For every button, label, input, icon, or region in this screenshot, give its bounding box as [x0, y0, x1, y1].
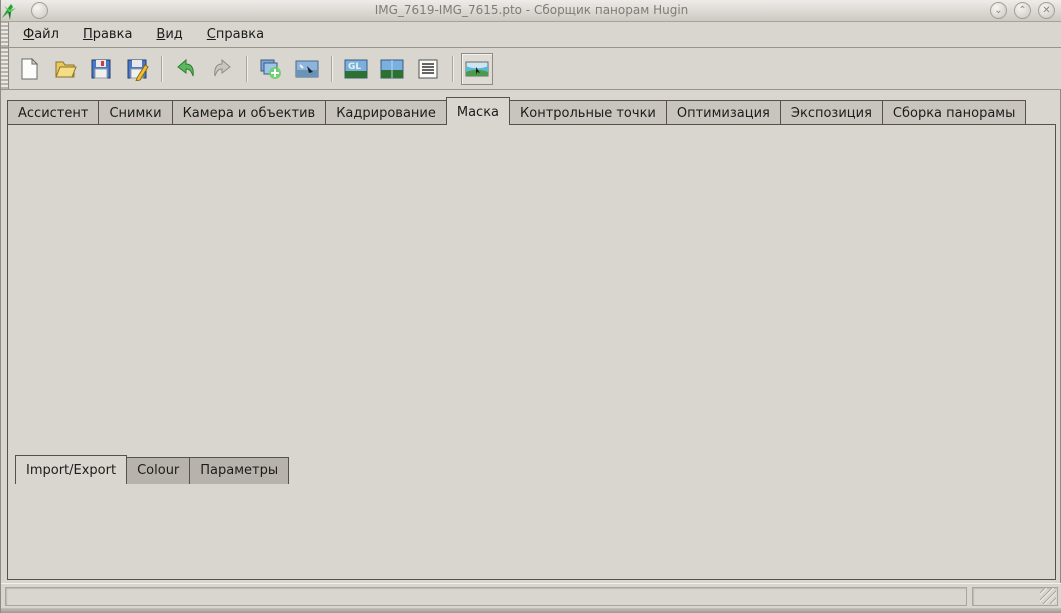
control-point-table-icon [416, 57, 440, 81]
preview-window-button[interactable] [461, 53, 493, 85]
resize-grip[interactable] [1040, 588, 1056, 604]
menubar: Файл Правка Вид Справка [1, 22, 1061, 48]
save-button[interactable] [85, 53, 117, 85]
toolbar-grip-handle[interactable] [1, 48, 9, 89]
svg-text:GL: GL [348, 62, 361, 72]
mask-tab-panel [7, 124, 1056, 580]
redo-icon [210, 57, 234, 81]
status-secondary-field [972, 587, 1058, 606]
undo-icon [174, 57, 198, 81]
preview-window-icon [464, 57, 490, 81]
tab-camera-lens[interactable]: Камера и объектив [172, 100, 327, 125]
window-bottom-edge [1, 608, 1061, 613]
new-project-button[interactable] [13, 53, 45, 85]
save-icon [89, 57, 113, 81]
anchor-image-button[interactable] [291, 53, 323, 85]
new-file-icon [17, 57, 41, 81]
close-button[interactable]: ✕ [1038, 2, 1055, 19]
mask-sub-tab-bar: Import/Export Colour Параметры [15, 455, 288, 484]
main-tab-bar: Ассистент Снимки Камера и объектив Кадри… [7, 97, 1056, 125]
subtab-import-export[interactable]: Import/Export [15, 455, 127, 484]
tab-optimizer[interactable]: Оптимизация [666, 100, 781, 125]
toolbar-separator [331, 56, 332, 82]
subtab-parameters[interactable]: Параметры [189, 457, 289, 484]
tab-control-points[interactable]: Контрольные точки [509, 100, 667, 125]
save-as-icon [125, 57, 149, 81]
menubar-grip-handle[interactable] [1, 22, 9, 47]
subtab-colour[interactable]: Colour [126, 457, 190, 484]
open-file-icon [53, 57, 77, 81]
menu-file[interactable]: Файл [11, 23, 71, 46]
statusbar [1, 583, 1061, 608]
minimize-button[interactable]: ⌄ [990, 2, 1007, 19]
cp-table-button[interactable] [412, 53, 444, 85]
tab-exposure[interactable]: Экспозиция [780, 100, 883, 125]
menu-help[interactable]: Справка [195, 23, 276, 46]
tab-assistant[interactable]: Ассистент [7, 100, 99, 125]
toolbar-separator [246, 56, 247, 82]
status-message-field [5, 587, 967, 606]
gl-preview-icon: GL [343, 57, 369, 81]
maximize-button[interactable]: ⌃ [1014, 2, 1031, 19]
anchor-image-icon [294, 57, 320, 81]
gl-preview-button[interactable]: GL [340, 53, 372, 85]
tab-stitcher[interactable]: Сборка панорамы [882, 100, 1026, 125]
toolbar: GL [1, 48, 1061, 90]
menu-view[interactable]: Вид [144, 23, 194, 46]
menu-edit[interactable]: Правка [71, 23, 144, 46]
tab-images[interactable]: Снимки [98, 100, 172, 125]
preview-button[interactable] [376, 53, 408, 85]
tab-mask[interactable]: Маска [446, 97, 510, 125]
toolbar-separator [161, 56, 162, 82]
window-title: IMG_7619-IMG_7615.pto - Сборщик панорам … [1, 3, 1061, 17]
undo-button[interactable] [170, 53, 202, 85]
preview-icon [379, 57, 405, 81]
add-images-icon [258, 57, 284, 81]
add-images-button[interactable] [255, 53, 287, 85]
redo-button[interactable] [206, 53, 238, 85]
open-project-button[interactable] [49, 53, 81, 85]
tab-crop[interactable]: Кадрирование [325, 100, 447, 125]
titlebar[interactable]: IMG_7619-IMG_7615.pto - Сборщик панорам … [1, 0, 1061, 22]
toolbar-separator [452, 56, 453, 82]
save-as-button[interactable] [121, 53, 153, 85]
